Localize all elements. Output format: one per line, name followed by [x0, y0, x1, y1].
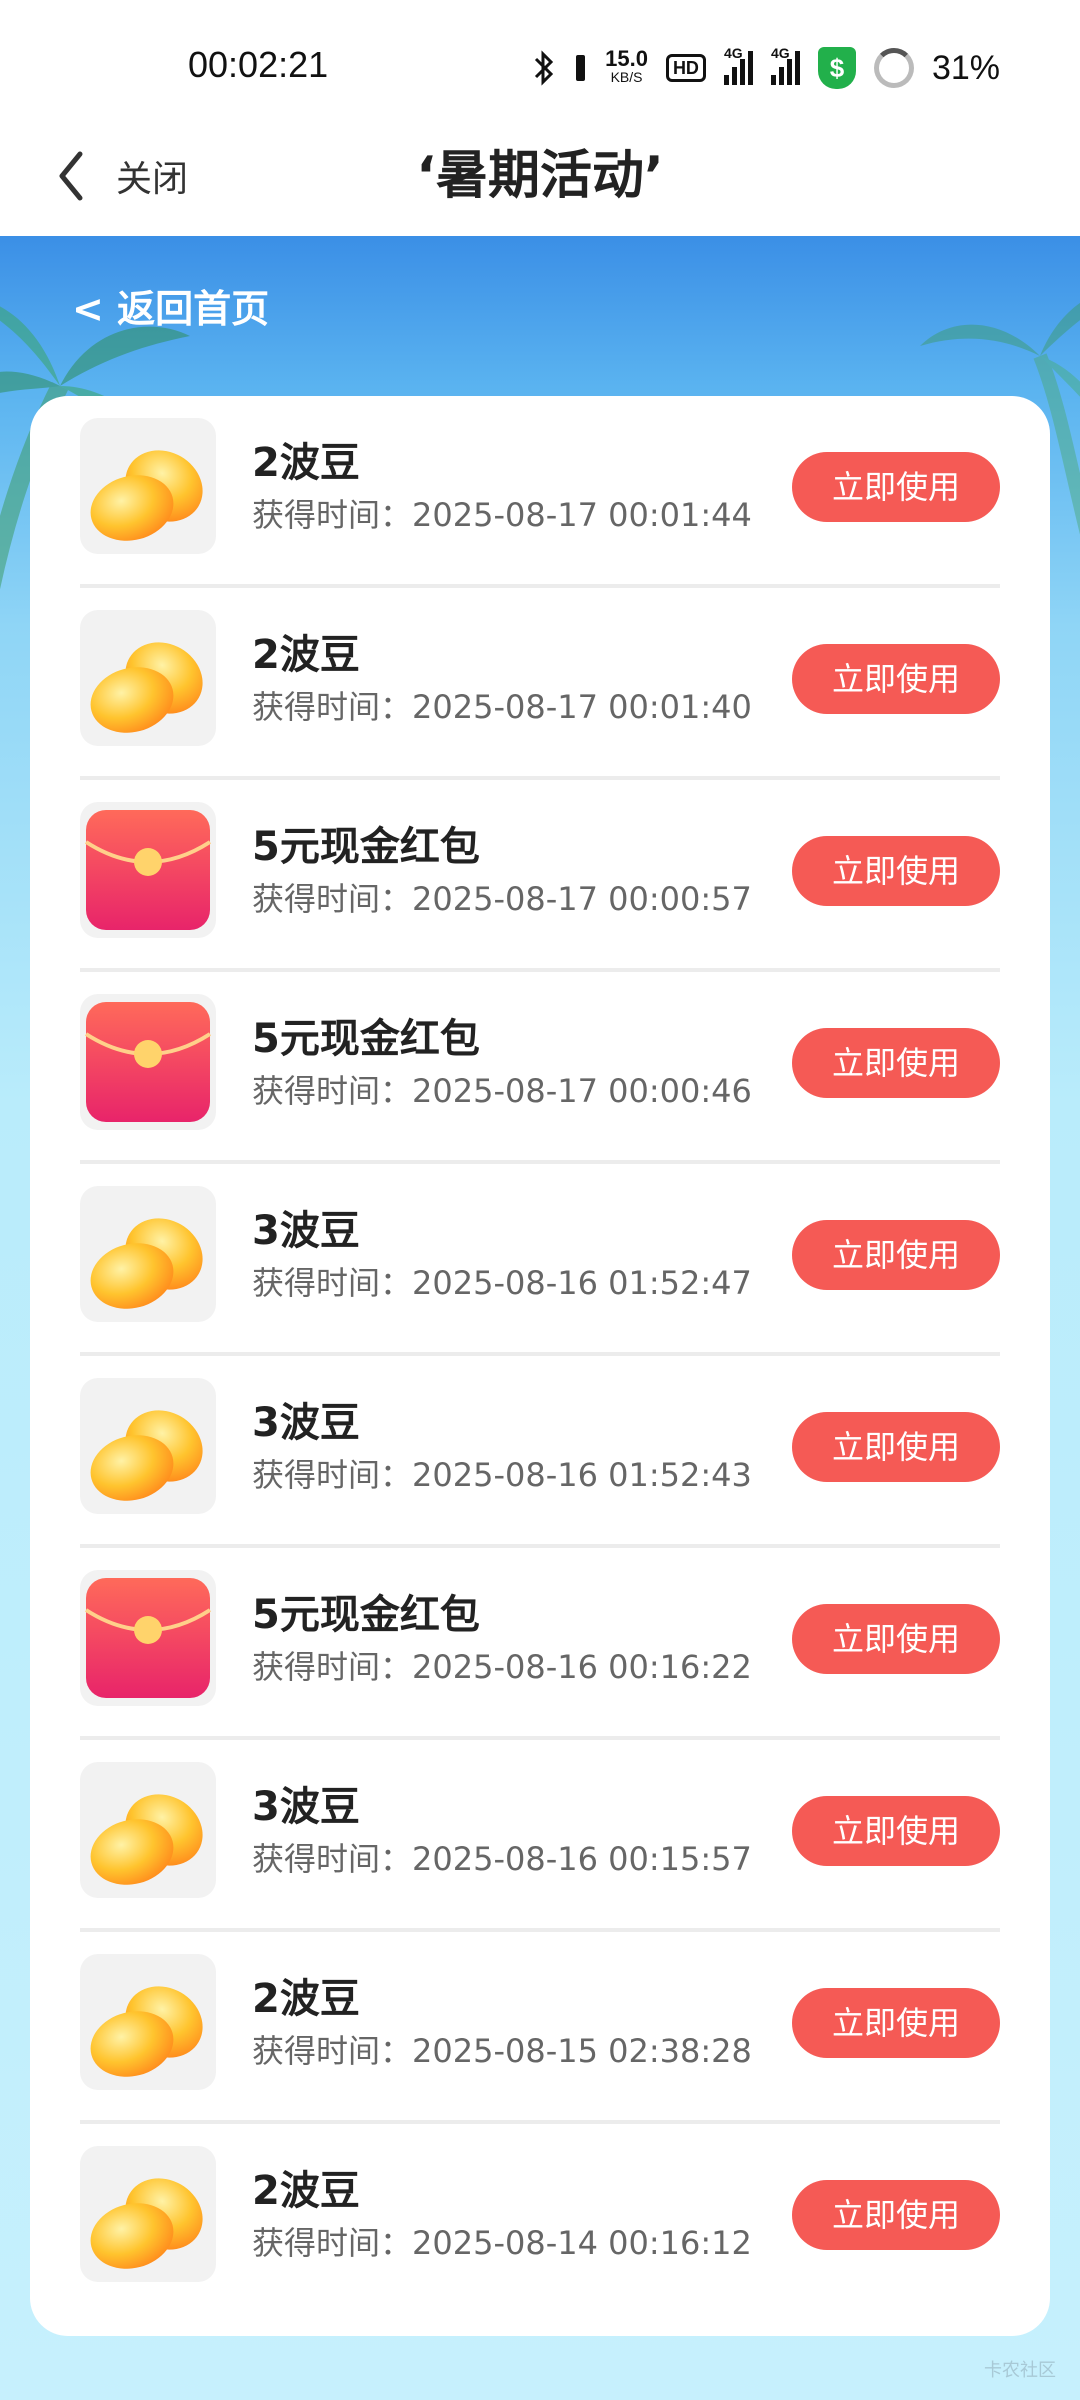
- beans-icon: [80, 1186, 216, 1322]
- use-now-button[interactable]: 立即使用: [792, 1796, 1000, 1866]
- red-envelope-icon: [80, 802, 216, 938]
- item-time: 获得时间：2025-08-16 00:16:22: [252, 1648, 752, 1686]
- use-now-button[interactable]: 立即使用: [792, 2180, 1000, 2250]
- status-time: 00:02:21: [188, 44, 329, 85]
- beans-icon: [80, 1954, 216, 2090]
- bluetooth-icon: [535, 50, 554, 86]
- use-now-button[interactable]: 立即使用: [792, 1220, 1000, 1290]
- item-title: 5元现金红包: [252, 1592, 480, 1638]
- back-home-link[interactable]: < 返回首页: [72, 278, 269, 333]
- item-time: 获得时间：2025-08-16 01:52:47: [252, 1264, 752, 1302]
- use-now-button[interactable]: 立即使用: [792, 644, 1000, 714]
- status-icons: 15.0 KB/S HD 4G 4G $ 31%: [533, 44, 1000, 92]
- use-now-button[interactable]: 立即使用: [792, 1412, 1000, 1482]
- list-item: 5元现金红包 获得时间：2025-08-16 00:16:22 立即使用: [80, 1548, 1000, 1740]
- beans-icon: [80, 418, 216, 554]
- beans-icon: [80, 1378, 216, 1514]
- list-item: 3波豆 获得时间：2025-08-16 01:52:43 立即使用: [80, 1356, 1000, 1548]
- item-time: 获得时间：2025-08-17 00:00:46: [252, 1072, 752, 1110]
- vibrate-icon: [576, 55, 586, 81]
- item-time: 获得时间：2025-08-17 00:01:44: [252, 496, 752, 534]
- red-envelope-icon: [80, 1570, 216, 1706]
- item-title: 2波豆: [252, 440, 360, 486]
- item-time: 获得时间：2025-08-14 00:16:12: [252, 2224, 752, 2262]
- list-item: 5元现金红包 获得时间：2025-08-17 00:00:57 立即使用: [80, 780, 1000, 972]
- item-title: 2波豆: [252, 2168, 360, 2214]
- hd-icon: HD: [665, 54, 706, 82]
- item-title: 3波豆: [252, 1208, 360, 1254]
- rewards-list: 2波豆 获得时间：2025-08-17 00:01:44 立即使用 2波豆 获得…: [30, 396, 1050, 2336]
- list-item: 5元现金红包 获得时间：2025-08-17 00:00:46 立即使用: [80, 972, 1000, 1164]
- beans-icon: [80, 2146, 216, 2282]
- beans-icon: [80, 1762, 216, 1898]
- nav-bar: ‘暑期活动’ 关闭: [0, 136, 1080, 236]
- use-now-button[interactable]: 立即使用: [792, 1604, 1000, 1674]
- battery-icon: [873, 48, 914, 88]
- use-now-button[interactable]: 立即使用: [792, 1988, 1000, 2058]
- close-button[interactable]: 关闭: [116, 150, 188, 202]
- security-shield-icon: $: [817, 47, 856, 89]
- item-title: 3波豆: [252, 1400, 360, 1446]
- item-title: 3波豆: [252, 1784, 360, 1830]
- beans-icon: [80, 610, 216, 746]
- use-now-button[interactable]: 立即使用: [792, 1028, 1000, 1098]
- list-item: 2波豆 获得时间：2025-08-15 02:38:28 立即使用: [80, 1932, 1000, 2124]
- network-speed: 15.0 KB/S: [605, 46, 648, 86]
- item-time: 获得时间：2025-08-15 02:38:28: [252, 2032, 752, 2070]
- list-item: 3波豆 获得时间：2025-08-16 00:15:57 立即使用: [80, 1740, 1000, 1932]
- item-title: 5元现金红包: [252, 1016, 480, 1062]
- list-item: 2波豆 获得时间：2025-08-14 00:16:12 立即使用: [80, 2124, 1000, 2316]
- status-bar: 00:02:21 15.0 KB/S HD 4G 4G $ 31%: [0, 0, 1080, 136]
- watermark: 卡农社区: [984, 2360, 1056, 2381]
- signal-icon: 4G: [723, 45, 753, 85]
- use-now-button[interactable]: 立即使用: [792, 452, 1000, 522]
- item-title: 2波豆: [252, 632, 360, 678]
- list-item: 2波豆 获得时间：2025-08-17 00:01:40 立即使用: [80, 588, 1000, 780]
- item-time: 获得时间：2025-08-16 00:15:57: [252, 1840, 752, 1878]
- battery-percent: 31%: [931, 48, 1000, 87]
- item-time: 获得时间：2025-08-17 00:01:40: [252, 688, 752, 726]
- item-time: 获得时间：2025-08-17 00:00:57: [252, 880, 752, 918]
- use-now-button[interactable]: 立即使用: [792, 836, 1000, 906]
- activity-background: < 返回首页 2波豆 获得时间：2025-08-17 00:01:44 立即使用…: [0, 236, 1080, 2400]
- item-title: 5元现金红包: [252, 824, 480, 870]
- signal-icon: 4G: [770, 45, 800, 85]
- list-item: 2波豆 获得时间：2025-08-17 00:01:44 立即使用: [80, 396, 1000, 588]
- red-envelope-icon: [80, 994, 216, 1130]
- item-time: 获得时间：2025-08-16 01:52:43: [252, 1456, 752, 1494]
- list-item: 3波豆 获得时间：2025-08-16 01:52:47 立即使用: [80, 1164, 1000, 1356]
- item-title: 2波豆: [252, 1976, 360, 2022]
- back-chevron-icon[interactable]: [50, 146, 110, 206]
